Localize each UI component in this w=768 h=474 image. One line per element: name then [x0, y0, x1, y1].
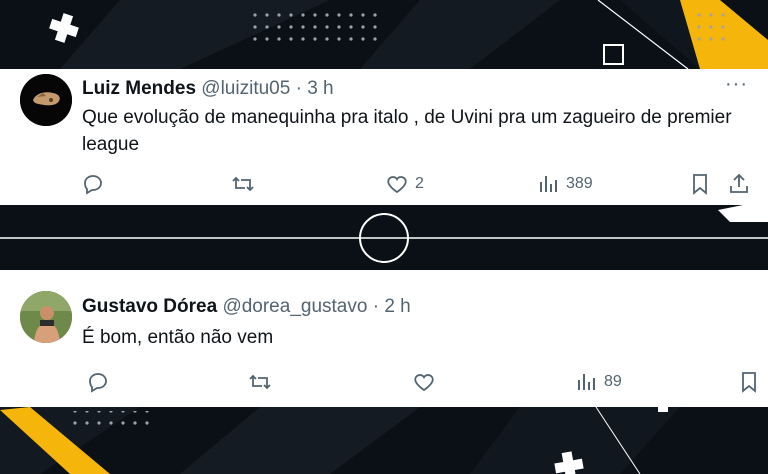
author-handle[interactable]: @dorea_gustavo — [222, 296, 367, 317]
like-button[interactable]: 2 — [385, 169, 424, 199]
views-icon — [540, 176, 557, 192]
reply-icon — [89, 373, 107, 393]
tweet-card[interactable]: Gustavo Dórea @dorea_gustavo · 2 h É bom… — [0, 270, 768, 407]
share-icon — [730, 173, 748, 193]
retweet-icon — [249, 374, 271, 390]
reply-button[interactable] — [81, 169, 105, 199]
tweet-actions: 89 — [0, 367, 768, 397]
more-options-icon[interactable]: ··· — [725, 73, 748, 96]
heart-icon — [414, 374, 434, 392]
bookmark-button[interactable] — [688, 169, 712, 199]
separator: · — [372, 296, 380, 317]
tweet-header: Luiz Mendes @luizitu05 · 3 h — [82, 78, 334, 100]
heart-icon — [387, 176, 407, 194]
views-button[interactable]: 389 — [536, 169, 593, 199]
avatar[interactable] — [20, 291, 72, 343]
author-handle[interactable]: @luizitu05 — [201, 78, 290, 99]
like-button[interactable] — [412, 367, 436, 397]
tweet-header: Gustavo Dórea @dorea_gustavo · 2 h — [82, 296, 411, 318]
bookmark-icon — [693, 174, 707, 195]
timestamp[interactable]: 2 h — [384, 296, 410, 317]
views-button[interactable]: 89 — [574, 367, 622, 397]
tweet-text: É bom, então não vem — [82, 327, 274, 348]
like-count: 2 — [415, 175, 424, 192]
retweet-button[interactable] — [248, 367, 272, 397]
retweet-button[interactable] — [231, 169, 255, 199]
bookmark-button[interactable] — [737, 367, 761, 397]
separator: · — [295, 78, 302, 99]
avatar[interactable] — [20, 74, 72, 126]
view-count: 389 — [566, 175, 593, 192]
view-count: 89 — [604, 373, 622, 390]
tweet-text: Que evolução de manequinha pra italo , d… — [82, 107, 732, 155]
timestamp[interactable]: 3 h — [307, 78, 333, 99]
tweet-card[interactable]: Luiz Mendes @luizitu05 · 3 h ··· Que evo… — [0, 69, 768, 205]
reply-button[interactable] — [86, 367, 110, 397]
author-name[interactable]: Gustavo Dórea — [82, 296, 217, 317]
tweet-actions: 2 389 — [0, 169, 768, 199]
share-button[interactable] — [727, 169, 751, 199]
views-icon — [578, 374, 595, 390]
retweet-icon — [232, 176, 254, 192]
bookmark-icon — [742, 372, 756, 393]
author-name[interactable]: Luiz Mendes — [82, 78, 196, 99]
reply-icon — [84, 175, 102, 195]
